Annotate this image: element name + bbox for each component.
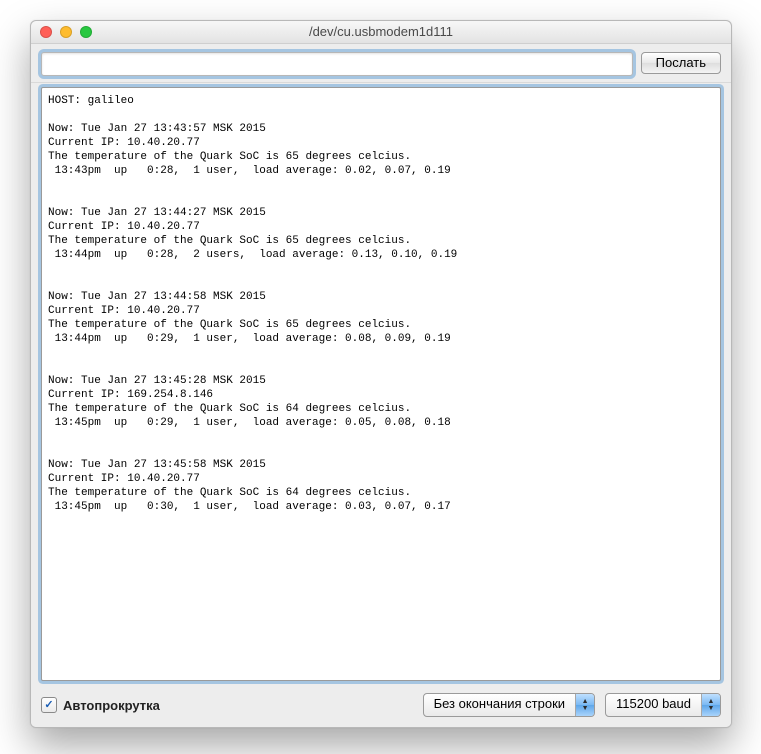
- serial-output-text: HOST: galileo Now: Tue Jan 27 13:43:57 M…: [48, 94, 714, 542]
- window-traffic-lights: [40, 26, 92, 38]
- window-title: /dev/cu.usbmodem1d111: [31, 21, 731, 43]
- baud-rate-select[interactable]: 115200 baud ▲▼: [605, 693, 721, 717]
- autoscroll-checkbox[interactable]: ✓ Автопрокрутка: [41, 697, 160, 713]
- send-button[interactable]: Послать: [641, 52, 721, 74]
- autoscroll-label: Автопрокрутка: [63, 698, 160, 713]
- minimize-icon[interactable]: [60, 26, 72, 38]
- send-toolbar: Послать: [31, 44, 731, 83]
- updown-stepper-icon: ▲▼: [575, 694, 594, 716]
- updown-stepper-icon: ▲▼: [701, 694, 720, 716]
- close-icon[interactable]: [40, 26, 52, 38]
- serial-monitor-window: /dev/cu.usbmodem1d111 Послать HOST: gali…: [30, 20, 732, 728]
- zoom-icon[interactable]: [80, 26, 92, 38]
- titlebar[interactable]: /dev/cu.usbmodem1d111: [31, 21, 731, 44]
- checkbox-icon: ✓: [41, 697, 57, 713]
- line-ending-select[interactable]: Без окончания строки ▲▼: [423, 693, 595, 717]
- bottom-bar: ✓ Автопрокрутка Без окончания строки ▲▼ …: [31, 689, 731, 727]
- serial-output[interactable]: HOST: galileo Now: Tue Jan 27 13:43:57 M…: [41, 87, 721, 681]
- serial-input[interactable]: [41, 52, 633, 76]
- line-ending-value: Без окончания строки: [424, 694, 575, 716]
- baud-rate-value: 115200 baud: [606, 694, 701, 716]
